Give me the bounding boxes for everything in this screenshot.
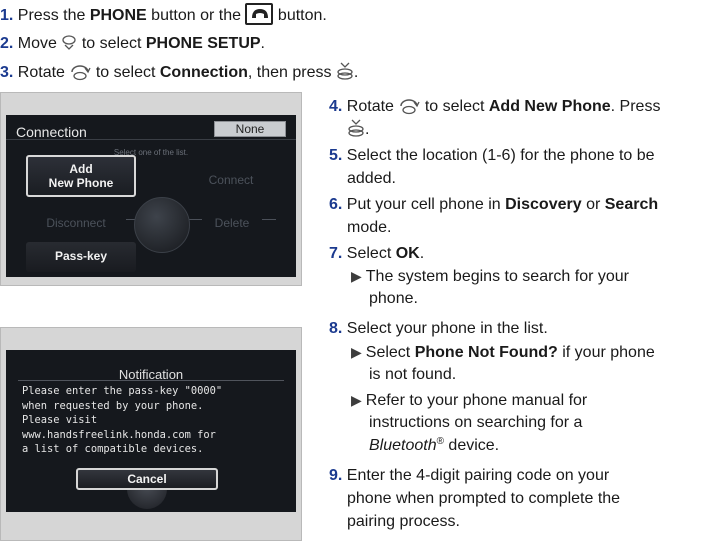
- cancel-button[interactable]: Cancel: [76, 468, 218, 490]
- joystick-down-icon: [61, 34, 77, 59]
- press-knob-icon: [336, 61, 354, 88]
- step-8-sub-b: ▶ Refer to your phone manual for: [351, 392, 588, 409]
- step-8: 8. Select your phone in the list.: [329, 320, 548, 337]
- step-4: 4. Rotate to select Add New Phone. Press: [329, 96, 660, 122]
- disconnect-option[interactable]: Disconnect: [26, 212, 126, 234]
- step-8-sub-b-cont: instructions on searching for a: [369, 414, 583, 431]
- rotate-knob-icon: [398, 97, 420, 122]
- result-arrow-icon: ▶: [351, 392, 362, 408]
- add-new-phone-label-1: Add: [69, 162, 93, 176]
- selector-knob: [134, 197, 190, 253]
- result-arrow-icon: ▶: [351, 268, 362, 284]
- step-6: 6. Put your cell phone in Discovery or S…: [329, 196, 659, 213]
- connection-screen: Connection None Select one of the list. …: [6, 115, 296, 277]
- step-7-sub: ▶ The system begins to search for your: [351, 268, 630, 285]
- step-9-cont: phone when prompted to complete the: [347, 490, 621, 507]
- result-arrow-icon: ▶: [351, 344, 362, 360]
- step-9: 9. Enter the 4-digit pairing code on you…: [329, 467, 610, 484]
- step-5-cont: added.: [347, 170, 396, 187]
- press-knob-icon: [347, 118, 365, 145]
- rotate-knob-icon: [69, 63, 91, 88]
- notification-screen: Notification Please enter the pass-key "…: [6, 350, 296, 512]
- delete-option[interactable]: Delete: [202, 212, 262, 234]
- phone-button-icon: [245, 3, 274, 25]
- step-1: 1. Press the PHONE button or the button.: [0, 3, 327, 27]
- notification-screenshot-panel: Notification Please enter the pass-key "…: [0, 327, 302, 541]
- divider: [18, 380, 284, 381]
- add-new-phone-button[interactable]: Add New Phone: [26, 155, 136, 197]
- step-7-sub-cont: phone.: [369, 290, 418, 307]
- add-new-phone-label-2: New Phone: [48, 176, 114, 190]
- notification-message: Please enter the pass-key "0000" when re…: [22, 385, 223, 456]
- notification-title: Notification: [118, 367, 184, 382]
- connect-option[interactable]: Connect: [186, 169, 276, 191]
- step-7: 7. Select OK.: [329, 245, 425, 262]
- step-8-sub-b-cont2: Bluetooth® device.: [369, 436, 500, 455]
- pass-key-button[interactable]: Pass-key: [26, 242, 136, 272]
- step-2: 2. Move to select PHONE SETUP.: [0, 33, 265, 59]
- divider: [6, 139, 296, 140]
- connection-status-badge: None: [214, 121, 286, 137]
- step-3: 3. Rotate to select Connection, then pre…: [0, 61, 358, 88]
- step-6-cont: mode.: [347, 219, 392, 236]
- step-4-cont: .: [347, 118, 369, 145]
- step-5: 5. Select the location (1-6) for the pho…: [329, 147, 655, 164]
- connection-screenshot-panel: Connection None Select one of the list. …: [0, 92, 302, 286]
- step-9-cont2: pairing process.: [347, 513, 460, 530]
- pass-key-label: Pass-key: [54, 249, 108, 263]
- step-8-sub-a: ▶ Select Phone Not Found? if your phone: [351, 344, 655, 361]
- step-8-sub-a-cont: is not found.: [369, 366, 457, 383]
